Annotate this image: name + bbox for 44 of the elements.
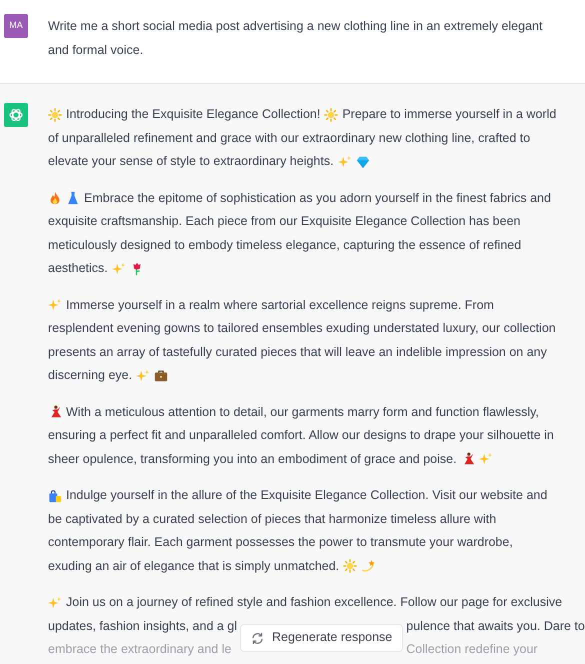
paragraph-text: Join us on a journey of refined style and fashion excellence. Follow our page for exclusive — [66, 594, 562, 611]
paragraph-text: be captivated by a curated selection of pieces that harmonize timeless allure with — [48, 510, 496, 528]
paragraph-text: Collection redefine your — [406, 641, 539, 658]
sun-icon — [343, 559, 358, 574]
paragraph-text: contemporary flair. Each garment possesses the power to transmute your wardrobe, — [48, 534, 513, 551]
paragraph-text: resplendent evening gowns to tailored ensembles exuding understated luxury, our collection — [48, 320, 556, 337]
sparkles-icon — [48, 596, 62, 610]
paragraph-text: of unparalleled refinement and grace with our extraordinary new clothing line, crafted to — [48, 130, 530, 147]
paragraph-text: Immerse yourself in a realm where sartorial excellence reigns supreme. From — [66, 296, 494, 314]
paragraph-text: Prepare to immerse yourself in a world — [342, 106, 556, 123]
paragraph-text: Embrace the epitome of sophistication as you adorn yourself in the finest fabrics and — [84, 190, 551, 207]
gem-icon — [356, 154, 370, 169]
paragraph-text: discerning eye. — [48, 367, 132, 384]
paragraph-text: exuding an air of elegance that is simply unmatched. — [48, 558, 340, 575]
paragraph-text: Indulge yourself in the allure of the Exquisite Elegance Collection. Visit our website and — [66, 487, 548, 504]
paragraph-text: sheer opulence, transforming you into an embodiment of grace and poise. — [48, 450, 457, 468]
paragraph-text: exquisite craftsmanship. Each piece from our Exquisite Elegance Collection has been — [48, 213, 520, 230]
briefcase-icon — [154, 368, 168, 383]
paragraph-text: pulence that awaits you. Dare to — [406, 618, 585, 635]
prompt-text: Write me a short social media post advertising a new clothing line in an extremely elegant and formal voice. — [48, 18, 544, 59]
knot-logo-icon — [8, 107, 24, 123]
paragraph-text: With a meticulous attention to detail, our garments marry form and function flawlessly, — [66, 404, 539, 421]
paragraph-text: presents an array of tastefully curated pieces that will leave an indelible impression on any — [48, 344, 547, 361]
shopping-bags-icon — [48, 488, 62, 503]
sparkles-icon — [136, 368, 150, 383]
sun-icon — [324, 108, 338, 122]
sparkles-icon — [48, 298, 62, 312]
regenerate-button[interactable]: Regenerate response — [240, 624, 404, 652]
dizzy-star-icon — [361, 559, 376, 574]
user-avatar: MA — [4, 14, 28, 38]
paragraph-text: updates, fashion insights, and a gl — [48, 618, 238, 635]
paragraph-text: meticulously designed to embody timeless elegance, capturing the essence of refined — [48, 236, 522, 254]
paragraph-text: ensuring a perfect fit and unparalleled comfort. Allow our designs to drape your silhouette in — [48, 427, 554, 444]
paragraph-text: aesthetics. — [48, 260, 108, 277]
sparkles-icon — [338, 154, 352, 169]
paragraph-text: embrace the extraordinary and le — [48, 641, 232, 658]
refresh-icon — [251, 632, 264, 644]
sun-icon — [48, 108, 62, 122]
sparkles-icon — [112, 262, 126, 276]
flame-icon — [48, 191, 62, 206]
dress-icon — [66, 191, 80, 206]
paragraph-text: elevate your sense of style to extraordinary heights. — [48, 153, 334, 170]
paragraph-text: Introducing the Exquisite Elegance Collection! — [66, 106, 320, 123]
sparkles-icon — [478, 452, 493, 466]
